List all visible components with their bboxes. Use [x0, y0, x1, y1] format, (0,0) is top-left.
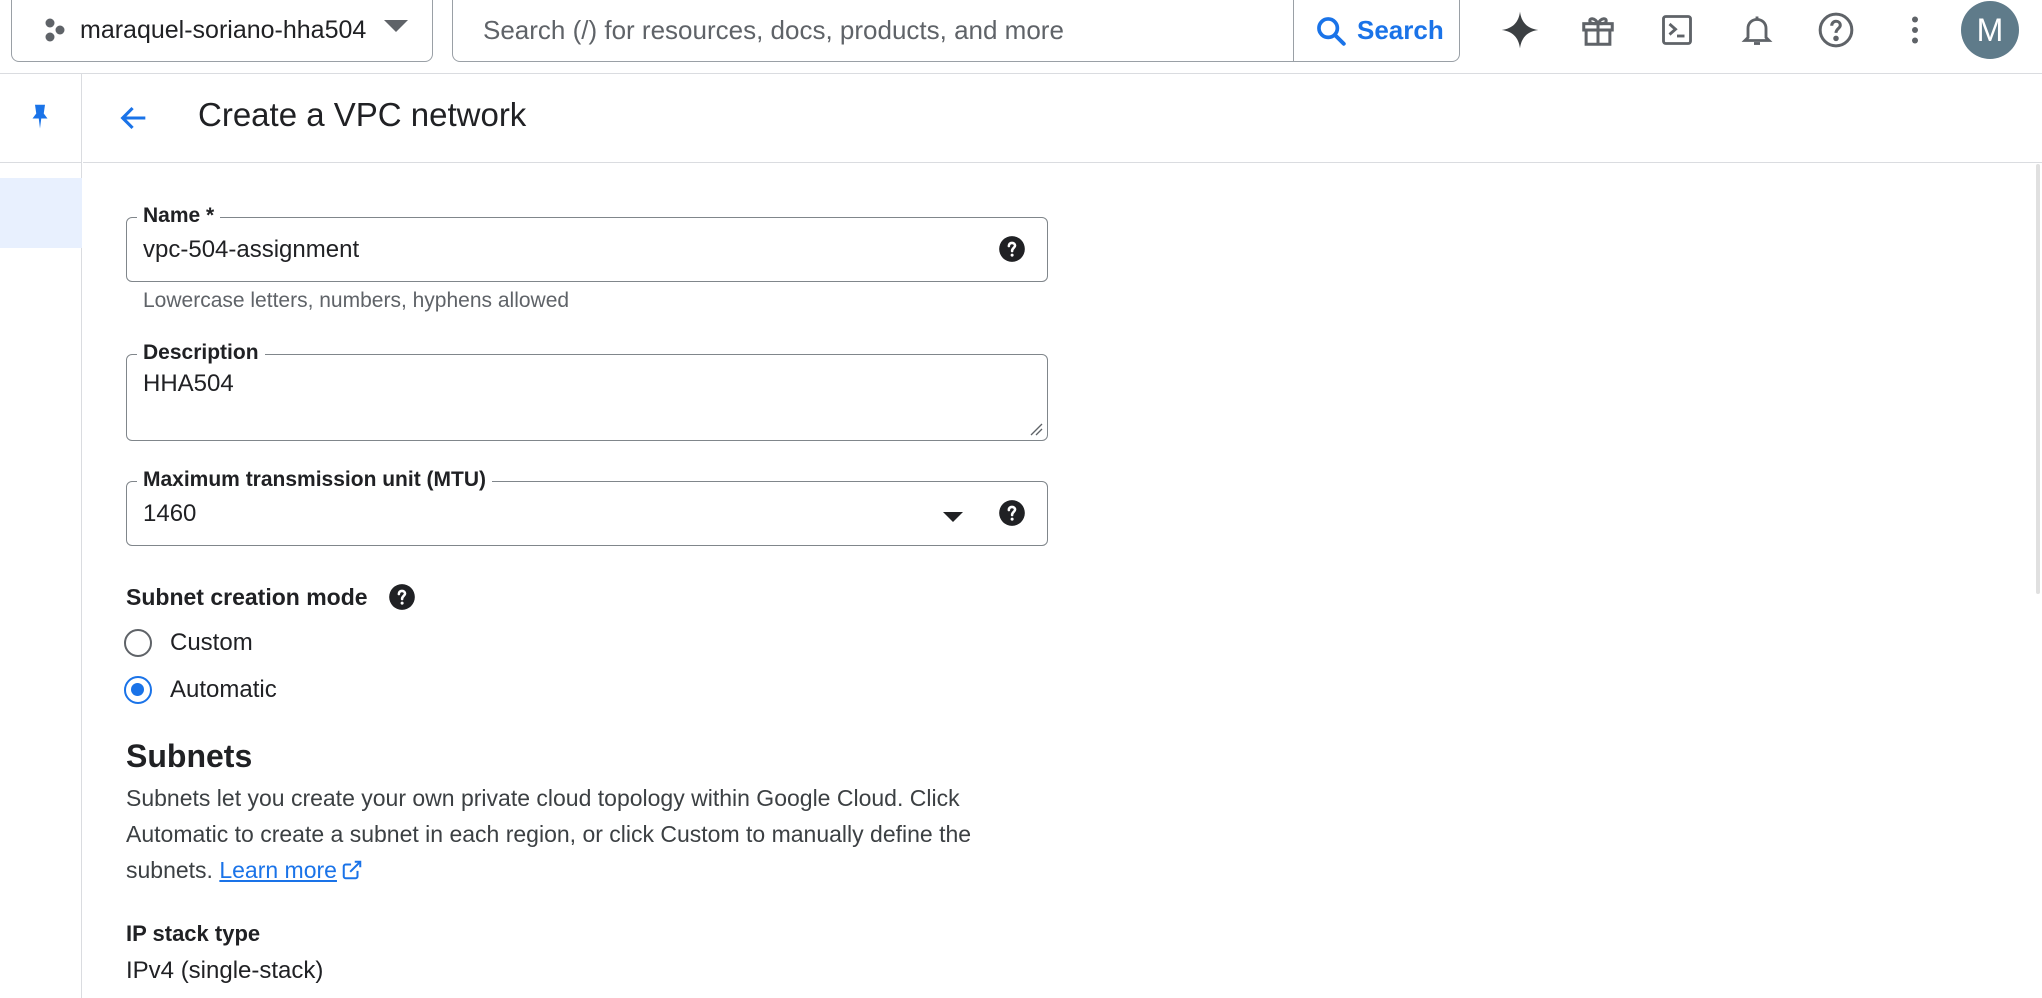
description-field[interactable]: Description HHA504	[126, 341, 1048, 441]
external-link-icon[interactable]	[341, 859, 363, 881]
radio-custom[interactable]: Custom	[124, 625, 253, 661]
search-input[interactable]	[453, 0, 1293, 61]
search-icon	[1317, 17, 1346, 46]
avatar[interactable]: M	[1961, 1, 2019, 59]
resize-grip-icon[interactable]	[1029, 422, 1043, 436]
rail-divider	[0, 162, 82, 163]
ip-stack-value: IPv4 (single-stack)	[126, 957, 324, 984]
gemini-spark-icon	[1501, 11, 1539, 49]
project-dots-icon	[45, 18, 65, 42]
radio-label-automatic: Automatic	[170, 676, 277, 703]
help-button[interactable]	[1812, 6, 1860, 54]
more-options-button[interactable]	[1891, 6, 1939, 54]
name-label: Name *	[137, 204, 221, 228]
search-button[interactable]: Search	[1293, 0, 1460, 61]
mtu-label: Maximum transmission unit (MTU)	[137, 468, 493, 492]
subnet-mode-label-text: Subnet creation mode	[126, 584, 368, 610]
top-bar: maraquel-soriano-hha504 Search (/) for r…	[0, 0, 2042, 74]
back-button[interactable]	[110, 94, 158, 142]
back-arrow-icon	[120, 106, 146, 130]
cloud-shell-icon	[1662, 15, 1692, 45]
radio-button-custom[interactable]	[124, 629, 152, 657]
help-icon[interactable]	[998, 235, 1026, 263]
gift-button[interactable]	[1574, 6, 1622, 54]
subnets-description: Subnets let you create your own private …	[126, 780, 1026, 888]
gift-icon	[1582, 17, 1614, 46]
cloud-shell-button[interactable]	[1653, 6, 1701, 54]
pin-button[interactable]	[16, 92, 64, 140]
subnet-mode-label: Subnet creation mode	[126, 583, 416, 611]
help-circle-icon	[1818, 12, 1854, 48]
radio-label-custom: Custom	[170, 629, 253, 656]
caret-down-icon	[384, 20, 408, 32]
notifications-button[interactable]	[1733, 6, 1781, 54]
page-title: Create a VPC network	[198, 96, 527, 133]
learn-more-link[interactable]: Learn more	[219, 857, 337, 883]
name-hint: Lowercase letters, numbers, hyphens allo…	[143, 289, 570, 312]
pin-icon	[32, 104, 48, 129]
name-field[interactable]: Name * vpc-504-assignment	[126, 204, 1048, 282]
more-vert-icon	[1912, 16, 1918, 44]
page-header: Create a VPC network	[83, 74, 2042, 163]
radio-automatic[interactable]: Automatic	[124, 672, 277, 708]
help-icon[interactable]	[998, 499, 1026, 527]
project-name: maraquel-soriano-hha504	[80, 16, 367, 44]
learn-more-text: Learn more	[219, 857, 337, 883]
radio-button-automatic[interactable]	[124, 676, 152, 704]
mtu-value: 1460	[143, 500, 197, 527]
scrollbar[interactable]	[2036, 164, 2040, 594]
subnets-heading: Subnets	[126, 738, 253, 774]
search-button-label: Search	[1357, 15, 1444, 45]
rail-item-active[interactable]	[0, 178, 82, 248]
description-value: HHA504	[143, 370, 234, 397]
chevron-down-icon[interactable]	[943, 512, 963, 522]
ip-stack-label: IP stack type	[126, 921, 261, 946]
project-picker[interactable]: maraquel-soriano-hha504	[11, 0, 433, 62]
help-icon[interactable]	[388, 583, 416, 611]
search-box: Search	[452, 0, 1460, 62]
mtu-select[interactable]: Maximum transmission unit (MTU) 1460	[126, 468, 1048, 546]
left-rail	[0, 74, 82, 998]
bell-icon	[1741, 16, 1773, 45]
name-value: vpc-504-assignment	[143, 236, 360, 263]
description-label: Description	[137, 341, 265, 365]
gemini-button[interactable]	[1496, 6, 1544, 54]
